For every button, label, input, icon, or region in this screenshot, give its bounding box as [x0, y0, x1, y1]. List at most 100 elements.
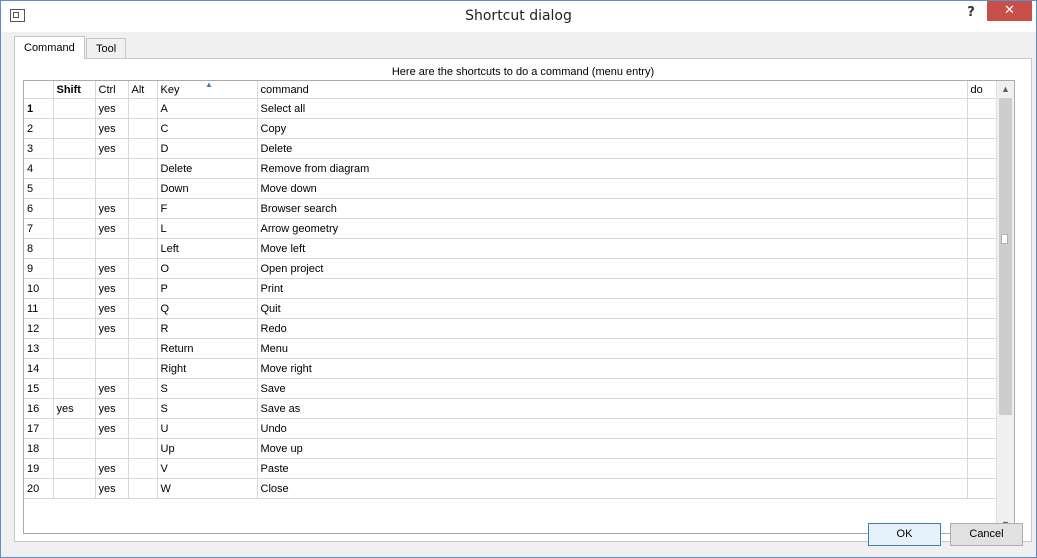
cell-key[interactable]: C [157, 118, 258, 139]
cell-key[interactable]: U [157, 418, 258, 439]
cell-alt[interactable] [128, 138, 158, 159]
cell-ctrl[interactable]: yes [95, 218, 129, 239]
cell-key[interactable]: P [157, 278, 258, 299]
cancel-button[interactable]: Cancel [950, 523, 1023, 546]
table-row[interactable]: 6 yes F Browser search [24, 198, 997, 219]
table-row[interactable]: 7 yes L Arrow geometry [24, 218, 997, 239]
table-row[interactable]: 18 Up Move up [24, 438, 997, 459]
header-command[interactable]: command [257, 81, 968, 99]
table-row[interactable]: 8 Left Move left [24, 238, 997, 259]
cell-do[interactable] [967, 98, 997, 119]
cell-alt[interactable] [128, 378, 158, 399]
cell-ctrl[interactable]: yes [95, 318, 129, 339]
cell-do[interactable] [967, 418, 997, 439]
cell-shift[interactable] [53, 338, 96, 359]
cell-alt[interactable] [128, 338, 158, 359]
cell-key[interactable]: F [157, 198, 258, 219]
cell-ctrl[interactable]: yes [95, 458, 129, 479]
cell-command[interactable]: Close [257, 478, 968, 499]
cell-shift[interactable] [53, 118, 96, 139]
cell-do[interactable] [967, 398, 997, 419]
table-row[interactable]: 3 yes D Delete [24, 138, 997, 159]
table-row[interactable]: 20 yes W Close [24, 478, 997, 499]
cell-command[interactable]: Save as [257, 398, 968, 419]
cell-shift[interactable] [53, 378, 96, 399]
header-ctrl[interactable]: Ctrl [95, 81, 129, 99]
cell-key[interactable]: Up [157, 438, 258, 459]
header-shift[interactable]: Shift [53, 81, 96, 99]
cell-command[interactable]: Open project [257, 258, 968, 279]
cell-do[interactable] [967, 378, 997, 399]
cell-do[interactable] [967, 178, 997, 199]
table-row[interactable]: 19 yes V Paste [24, 458, 997, 479]
cell-command[interactable]: Save [257, 378, 968, 399]
cell-command[interactable]: Remove from diagram [257, 158, 968, 179]
cell-key[interactable]: Q [157, 298, 258, 319]
cell-alt[interactable] [128, 458, 158, 479]
table-row[interactable]: 13 Return Menu [24, 338, 997, 359]
cell-ctrl[interactable]: yes [95, 98, 129, 119]
cell-key[interactable]: Return [157, 338, 258, 359]
header-do[interactable]: do [967, 81, 997, 99]
cell-key[interactable]: Delete [157, 158, 258, 179]
scroll-up-arrow-icon[interactable]: ▲ [997, 81, 1014, 98]
cell-ctrl[interactable]: yes [95, 118, 129, 139]
tab-tool[interactable]: Tool [86, 38, 127, 59]
cell-key[interactable]: Right [157, 358, 258, 379]
cell-ctrl[interactable]: yes [95, 278, 129, 299]
cell-key[interactable]: Left [157, 238, 258, 259]
table-row[interactable]: 12 yes R Redo [24, 318, 997, 339]
cell-ctrl[interactable] [95, 358, 129, 379]
cell-do[interactable] [967, 198, 997, 219]
cell-alt[interactable] [128, 398, 158, 419]
cell-ctrl[interactable]: yes [95, 138, 129, 159]
cell-shift[interactable] [53, 298, 96, 319]
cell-command[interactable]: Move up [257, 438, 968, 459]
ok-button[interactable]: OK [868, 523, 941, 546]
cell-shift[interactable] [53, 458, 96, 479]
cell-key[interactable]: S [157, 378, 258, 399]
cell-shift[interactable]: yes [53, 398, 96, 419]
cell-command[interactable]: Arrow geometry [257, 218, 968, 239]
table-row[interactable]: 11 yes Q Quit [24, 298, 997, 319]
vertical-scrollbar[interactable]: ▲ ▼ [996, 81, 1014, 533]
cell-ctrl[interactable] [95, 238, 129, 259]
cell-command[interactable]: Browser search [257, 198, 968, 219]
cell-shift[interactable] [53, 158, 96, 179]
cell-shift[interactable] [53, 258, 96, 279]
help-button[interactable]: ? [962, 4, 980, 22]
cell-ctrl[interactable] [95, 338, 129, 359]
cell-shift[interactable] [53, 438, 96, 459]
cell-ctrl[interactable] [95, 438, 129, 459]
cell-ctrl[interactable]: yes [95, 198, 129, 219]
table-row[interactable]: 16 yes yes S Save as [24, 398, 997, 419]
cell-alt[interactable] [128, 318, 158, 339]
table-row[interactable]: 14 Right Move right [24, 358, 997, 379]
cell-alt[interactable] [128, 438, 158, 459]
cell-alt[interactable] [128, 178, 158, 199]
table-row[interactable]: 1 yes A Select all [24, 98, 997, 119]
cell-alt[interactable] [128, 478, 158, 499]
cell-key[interactable]: A [157, 98, 258, 119]
cell-command[interactable]: Select all [257, 98, 968, 119]
table-row[interactable]: 4 Delete Remove from diagram [24, 158, 997, 179]
table-row[interactable]: 10 yes P Print [24, 278, 997, 299]
cell-command[interactable]: Print [257, 278, 968, 299]
cell-key[interactable]: R [157, 318, 258, 339]
cell-alt[interactable] [128, 198, 158, 219]
cell-alt[interactable] [128, 278, 158, 299]
cell-alt[interactable] [128, 118, 158, 139]
cell-shift[interactable] [53, 278, 96, 299]
cell-command[interactable]: Quit [257, 298, 968, 319]
tab-command[interactable]: Command [14, 36, 85, 59]
cell-shift[interactable] [53, 238, 96, 259]
cell-alt[interactable] [128, 218, 158, 239]
cell-ctrl[interactable]: yes [95, 378, 129, 399]
cell-shift[interactable] [53, 198, 96, 219]
cell-key[interactable]: O [157, 258, 258, 279]
cell-key[interactable]: D [157, 138, 258, 159]
table-row[interactable]: 17 yes U Undo [24, 418, 997, 439]
cell-do[interactable] [967, 138, 997, 159]
cell-ctrl[interactable]: yes [95, 418, 129, 439]
cell-command[interactable]: Move left [257, 238, 968, 259]
